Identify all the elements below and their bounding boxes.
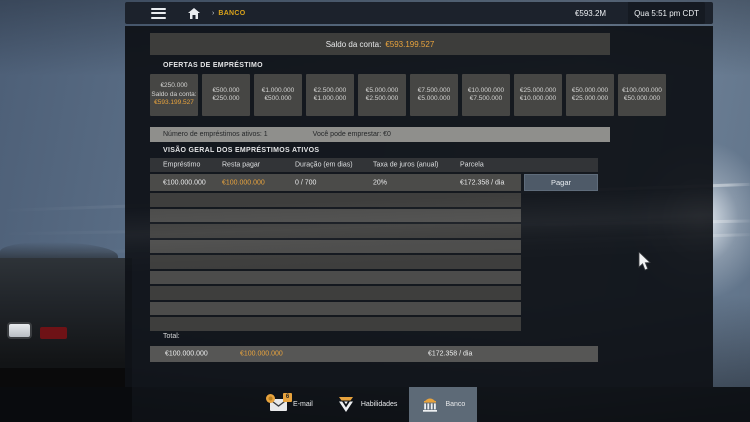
empty-loan-row xyxy=(150,193,521,207)
tab-bank-label: Banco xyxy=(445,401,465,408)
empty-loan-row xyxy=(150,317,521,331)
total-label: Total: xyxy=(163,333,180,340)
col-header-interest: Taxa de juros (anual) xyxy=(373,162,438,169)
total-amount: €100.000.000 xyxy=(165,351,208,358)
email-icon: 6 xyxy=(270,399,287,411)
loan-offers-title: OFERTAS DE EMPRÉSTIMO xyxy=(163,62,263,69)
tab-skills-label: Habilidades xyxy=(361,401,398,408)
empty-loan-row xyxy=(150,240,521,254)
offer-amount: €1.000.000 xyxy=(262,87,295,95)
balance-value: €593.199.527 xyxy=(385,40,434,49)
menu-icon[interactable] xyxy=(151,8,166,19)
loan-duration: 0 / 700 xyxy=(295,179,316,186)
loan-offer-cards: €250.000 Saldo da conta: €593.199.527 €5… xyxy=(150,74,666,116)
account-balance-short: €593.2M xyxy=(575,9,606,18)
offer-amount: €10.000.000 xyxy=(468,87,504,95)
loan-offer-card[interactable]: €10.000.000€7.500.000 xyxy=(462,74,510,116)
offer-previous-amount: €1.000.000 xyxy=(314,95,347,103)
loan-offer-card[interactable]: €2.500.000€1.000.000 xyxy=(306,74,354,116)
tab-bank[interactable]: Banco xyxy=(409,387,477,422)
loan-offer-card[interactable]: €25.000.000€10.000.000 xyxy=(514,74,562,116)
tab-skills[interactable]: Habilidades xyxy=(325,387,410,422)
bank-icon xyxy=(421,397,439,412)
offer-previous-amount: €500.000 xyxy=(264,95,291,103)
account-balance-bar: Saldo da conta: €593.199.527 xyxy=(150,33,610,55)
breadcrumb: BANCO xyxy=(218,10,245,17)
loan-offer-card[interactable]: €1.000.000€500.000 xyxy=(254,74,302,116)
balance-tooltip-label: Saldo da conta: xyxy=(151,91,196,99)
offer-previous-amount: €250.000 xyxy=(212,95,239,103)
tab-email-label: E-mail xyxy=(293,401,313,408)
pay-button[interactable]: Pagar xyxy=(524,174,598,191)
skills-icon xyxy=(337,397,355,412)
offer-previous-amount: €5.000.000 xyxy=(418,95,451,103)
offer-previous-amount: €7.500.000 xyxy=(470,95,503,103)
truck-lamp-white xyxy=(7,322,32,339)
loan-offer-card[interactable]: €500.000€250.000 xyxy=(202,74,250,116)
empty-loan-row xyxy=(150,224,521,238)
loan-offer-card[interactable]: €5.000.000€2.500.000 xyxy=(358,74,406,116)
offer-previous-amount: €2.500.000 xyxy=(366,95,399,103)
tab-email[interactable]: 6 E-mail xyxy=(258,387,325,422)
empty-loan-row xyxy=(150,255,521,269)
loan-offer-card[interactable]: €100.000.000€50.000.000 xyxy=(618,74,666,116)
offer-amount: €2.500.000 xyxy=(314,87,347,95)
total-installment: €172.358 / dia xyxy=(428,351,472,358)
col-header-installment: Parcela xyxy=(460,162,484,169)
bank-screen: { "topbar": { "breadcrumb_arrow": "›", "… xyxy=(0,0,750,422)
balance-label: Saldo da conta: xyxy=(326,40,382,49)
empty-loan-rows xyxy=(150,193,521,333)
total-remaining: €100.000.000 xyxy=(240,351,283,358)
top-bar: › BANCO €593.2M Qua 5:51 pm CDT xyxy=(125,2,713,24)
offer-amount: €25.000.000 xyxy=(520,87,556,95)
offer-amount: €100.000.000 xyxy=(622,87,662,95)
empty-loan-row xyxy=(150,271,521,285)
col-header-duration: Duração (em dias) xyxy=(295,162,353,169)
home-icon[interactable] xyxy=(188,8,200,19)
empty-loan-row xyxy=(150,286,521,300)
active-loan-row: €100.000.000 €100.000.000 0 / 700 20% €1… xyxy=(150,174,521,191)
offer-previous-amount: €10.000.000 xyxy=(520,95,556,103)
offer-amount: €50.000.000 xyxy=(572,87,608,95)
loan-offer-card-hovered[interactable]: €250.000 Saldo da conta: €593.199.527 xyxy=(150,74,198,116)
loan-interest: 20% xyxy=(373,179,387,186)
empty-loan-row xyxy=(150,302,521,316)
borrow-capacity: Você pode emprestar: €0 xyxy=(313,131,391,138)
loan-offer-card[interactable]: €7.500.000€5.000.000 xyxy=(410,74,458,116)
offer-amount: €500.000 xyxy=(212,87,239,95)
loan-installment: €172.358 / dia xyxy=(460,179,504,186)
loan-status-bar: Número de empréstimos ativos: 1 Você pod… xyxy=(150,127,610,142)
active-loans-title: VISÃO GERAL DOS EMPRÉSTIMOS ATIVOS xyxy=(163,147,319,154)
breadcrumb-arrow-icon: › xyxy=(212,10,214,17)
offer-previous-amount: €25.000.000 xyxy=(572,95,608,103)
bank-panel: Saldo da conta: €593.199.527 OFERTAS DE … xyxy=(125,26,713,387)
empty-loan-row xyxy=(150,209,521,223)
loan-remaining: €100.000.000 xyxy=(222,179,265,186)
loans-table-header: Empréstimo Resta pagar Duração (em dias)… xyxy=(150,158,598,172)
active-loans-count: Número de empréstimos ativos: 1 xyxy=(163,131,268,138)
loans-total-row: €100.000.000 €100.000.000 €172.358 / dia xyxy=(150,346,598,362)
offer-previous-amount: €50.000.000 xyxy=(624,95,660,103)
col-header-loan: Empréstimo xyxy=(163,162,200,169)
email-unread-badge: 6 xyxy=(283,393,292,402)
bottom-tabs: 6 E-mail Habilidades xyxy=(258,387,477,422)
game-datetime: Qua 5:51 pm CDT xyxy=(628,2,705,24)
loan-offer-card[interactable]: €50.000.000€25.000.000 xyxy=(566,74,614,116)
balance-tooltip-value: €593.199.527 xyxy=(154,99,194,107)
offer-amount: €5.000.000 xyxy=(366,87,399,95)
bottom-bar: 6 E-mail Habilidades xyxy=(0,387,750,422)
offer-amount: €7.500.000 xyxy=(418,87,451,95)
loan-amount: €100.000.000 xyxy=(163,179,206,186)
col-header-remaining: Resta pagar xyxy=(222,162,260,169)
truck-lamp-red xyxy=(40,327,67,339)
coin-icon xyxy=(266,394,275,403)
offer-amount: €250.000 xyxy=(160,82,187,90)
